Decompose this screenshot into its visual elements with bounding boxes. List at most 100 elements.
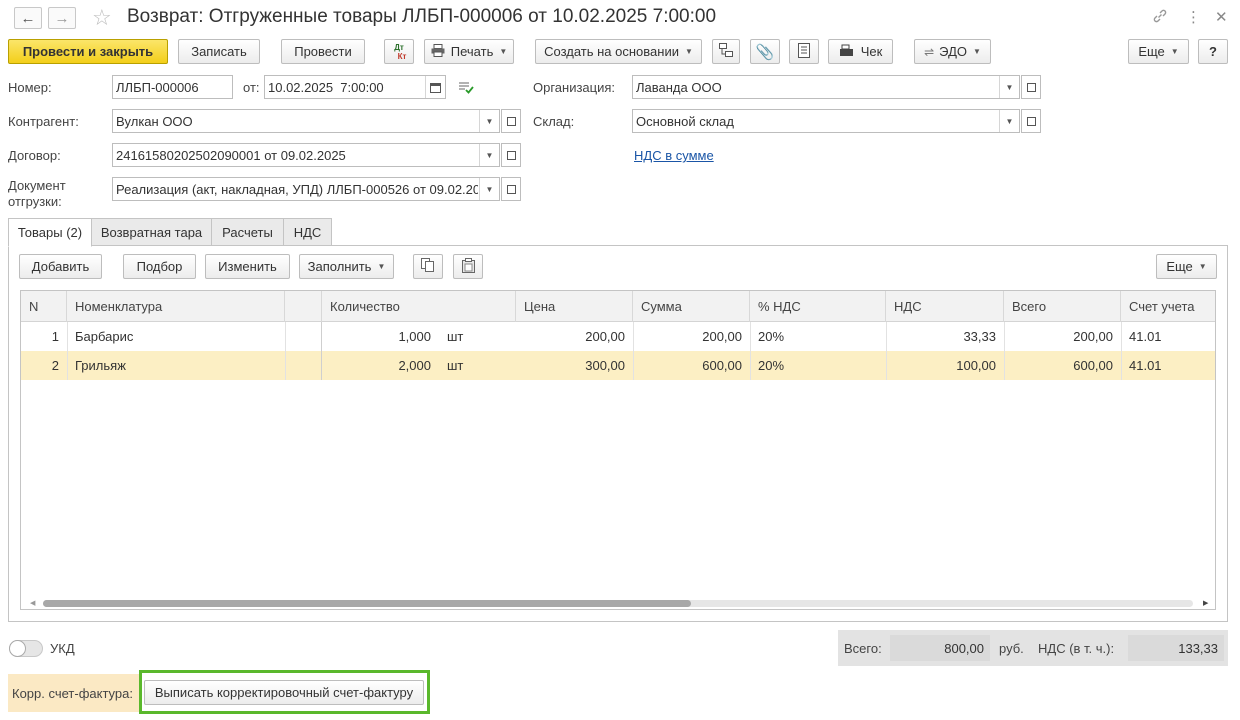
post-button[interactable]: Провести	[281, 39, 365, 64]
attach-button[interactable]: 📎	[750, 39, 780, 64]
cell-item: Барбарис	[75, 329, 134, 344]
column-divider	[886, 322, 887, 380]
chevron-down-icon[interactable]: ▼	[479, 144, 499, 166]
add-row-button[interactable]: Добавить	[19, 254, 102, 279]
tab-settlements[interactable]: Расчеты	[211, 218, 284, 246]
issue-correction-invoice-button[interactable]: Выписать корректировочный счет-фактуру	[144, 680, 424, 705]
shipment-doc-field[interactable]: Реализация (акт, накладная, УПД) ЛЛБП-00…	[112, 177, 500, 201]
copy-button[interactable]	[413, 254, 443, 279]
print-button[interactable]: Печать ▼	[424, 39, 514, 64]
column-header-vat[interactable]: НДС	[886, 291, 1004, 322]
column-header-sum[interactable]: Сумма	[633, 291, 750, 322]
kt-icon-label: Кт	[397, 51, 407, 61]
chevron-down-icon: ▼	[1198, 262, 1207, 271]
save-button[interactable]: Записать	[178, 39, 260, 64]
cell-sum: 200,00	[702, 329, 742, 344]
open-shipment-doc-button[interactable]	[501, 177, 521, 201]
chevron-down-icon: ▼	[499, 47, 508, 56]
counterparty-label: Контрагент:	[8, 114, 79, 129]
vat-in-sum-link[interactable]: НДС в сумме	[634, 148, 714, 163]
back-button[interactable]: ←	[14, 7, 42, 29]
scroll-right-icon[interactable]: ▶	[1203, 599, 1208, 607]
goods-table[interactable]: N Номенклатура Количество Цена Сумма % Н…	[20, 290, 1216, 610]
edit-button[interactable]: Изменить	[205, 254, 290, 279]
chevron-down-icon[interactable]: ▼	[999, 76, 1019, 98]
open-window-icon	[506, 150, 516, 160]
pick-button[interactable]: Подбор	[123, 254, 196, 279]
edo-button[interactable]: ⇌ ЭДО ▼	[914, 39, 991, 64]
column-divider	[67, 322, 68, 380]
calendar-icon[interactable]	[425, 76, 445, 98]
edo-label: ЭДО	[939, 44, 967, 59]
cell-vat: 100,00	[956, 358, 996, 373]
create-based-on-button[interactable]: Создать на основании ▼	[535, 39, 702, 64]
list-button[interactable]	[789, 39, 819, 64]
column-header-price[interactable]: Цена	[516, 291, 633, 322]
date-label: от:	[243, 80, 260, 95]
table-more-button[interactable]: Еще ▼	[1156, 254, 1217, 279]
open-counterparty-button[interactable]	[501, 109, 521, 133]
open-window-icon	[1026, 116, 1036, 126]
chevron-down-icon[interactable]: ▼	[999, 110, 1019, 132]
structure-button[interactable]	[712, 39, 740, 64]
chevron-down-icon[interactable]: ▼	[377, 262, 385, 271]
status-check-icon[interactable]	[458, 81, 474, 97]
open-organization-button[interactable]	[1021, 75, 1041, 99]
chevron-down-icon[interactable]: ▼	[479, 110, 499, 132]
column-header-n[interactable]: N	[21, 291, 67, 322]
corr-invoice-label: Корр. счет-фактура:	[12, 686, 133, 701]
table-row[interactable]: 1 Барбарис 1,000 шт 200,00 200,00 20% 33…	[21, 322, 1215, 351]
more-vertical-icon[interactable]: ⋮	[1186, 8, 1201, 26]
column-header-vat-rate[interactable]: % НДС	[750, 291, 886, 322]
copy-icon	[421, 258, 435, 275]
help-button[interactable]: ?	[1198, 39, 1228, 64]
scroll-left-icon[interactable]: ◀	[30, 599, 35, 607]
total-label: Всего:	[844, 641, 882, 656]
date-value: 10.02.2025 7:00:00	[268, 79, 384, 95]
table-row-selected[interactable]: 2 Грильяж 2,000 шт 300,00 600,00 20% 100…	[21, 351, 1215, 380]
fill-button[interactable]: Заполнить ▼	[299, 254, 394, 279]
open-contract-button[interactable]	[501, 143, 521, 167]
shipment-doc-label-line1: Документ	[8, 178, 66, 193]
column-header-item[interactable]: Номенклатура	[67, 291, 285, 322]
close-icon[interactable]: ✕	[1215, 8, 1228, 26]
organization-value: Лаванда ООО	[636, 79, 722, 95]
column-header-total[interactable]: Всего	[1004, 291, 1121, 322]
printer-icon	[431, 43, 445, 60]
column-divider	[1121, 322, 1122, 380]
horizontal-scrollbar[interactable]	[43, 600, 1193, 607]
number-field[interactable]: ЛЛБП-000006	[112, 75, 233, 99]
scrollbar-thumb[interactable]	[43, 600, 691, 607]
contract-field[interactable]: 24161580202502090001 от 09.02.2025 ▼	[112, 143, 500, 167]
counterparty-field[interactable]: Вулкан ООО ▼	[112, 109, 500, 133]
receipt-button[interactable]: Чек	[828, 39, 893, 64]
ukd-toggle[interactable]	[9, 640, 43, 657]
vat-total-value: 133,33	[1128, 635, 1224, 661]
back-arrow-icon: ←	[20, 9, 36, 27]
cell-sum: 600,00	[702, 358, 742, 373]
forward-button[interactable]: →	[48, 7, 76, 29]
column-header-account[interactable]: Счет учета	[1121, 291, 1215, 322]
date-field[interactable]: 10.02.2025 7:00:00	[264, 75, 446, 99]
star-icon[interactable]: ☆	[92, 5, 112, 31]
tab-returnable-packaging[interactable]: Возвратная тара	[91, 218, 212, 246]
column-header-blank	[285, 291, 322, 322]
column-divider	[285, 322, 286, 380]
dt-kt-button[interactable]: Дт Кт	[384, 39, 414, 64]
column-header-quantity[interactable]: Количество	[322, 291, 516, 322]
link-icon[interactable]	[1152, 8, 1168, 28]
open-warehouse-button[interactable]	[1021, 109, 1041, 133]
toggle-knob	[9, 640, 26, 657]
post-and-close-button[interactable]: Провести и закрыть	[8, 39, 168, 64]
currency-label: руб.	[999, 641, 1024, 656]
cell-unit: шт	[447, 358, 464, 373]
warehouse-field[interactable]: Основной склад ▼	[632, 109, 1020, 133]
create-based-label: Создать на основании	[544, 44, 679, 59]
chevron-down-icon[interactable]: ▼	[479, 178, 499, 200]
tab-vat[interactable]: НДС	[283, 218, 332, 246]
organization-field[interactable]: Лаванда ООО ▼	[632, 75, 1020, 99]
cell-price: 200,00	[585, 329, 625, 344]
more-button[interactable]: Еще ▼	[1128, 39, 1189, 64]
tab-goods[interactable]: Товары (2)	[8, 218, 92, 247]
paste-button[interactable]	[453, 254, 483, 279]
